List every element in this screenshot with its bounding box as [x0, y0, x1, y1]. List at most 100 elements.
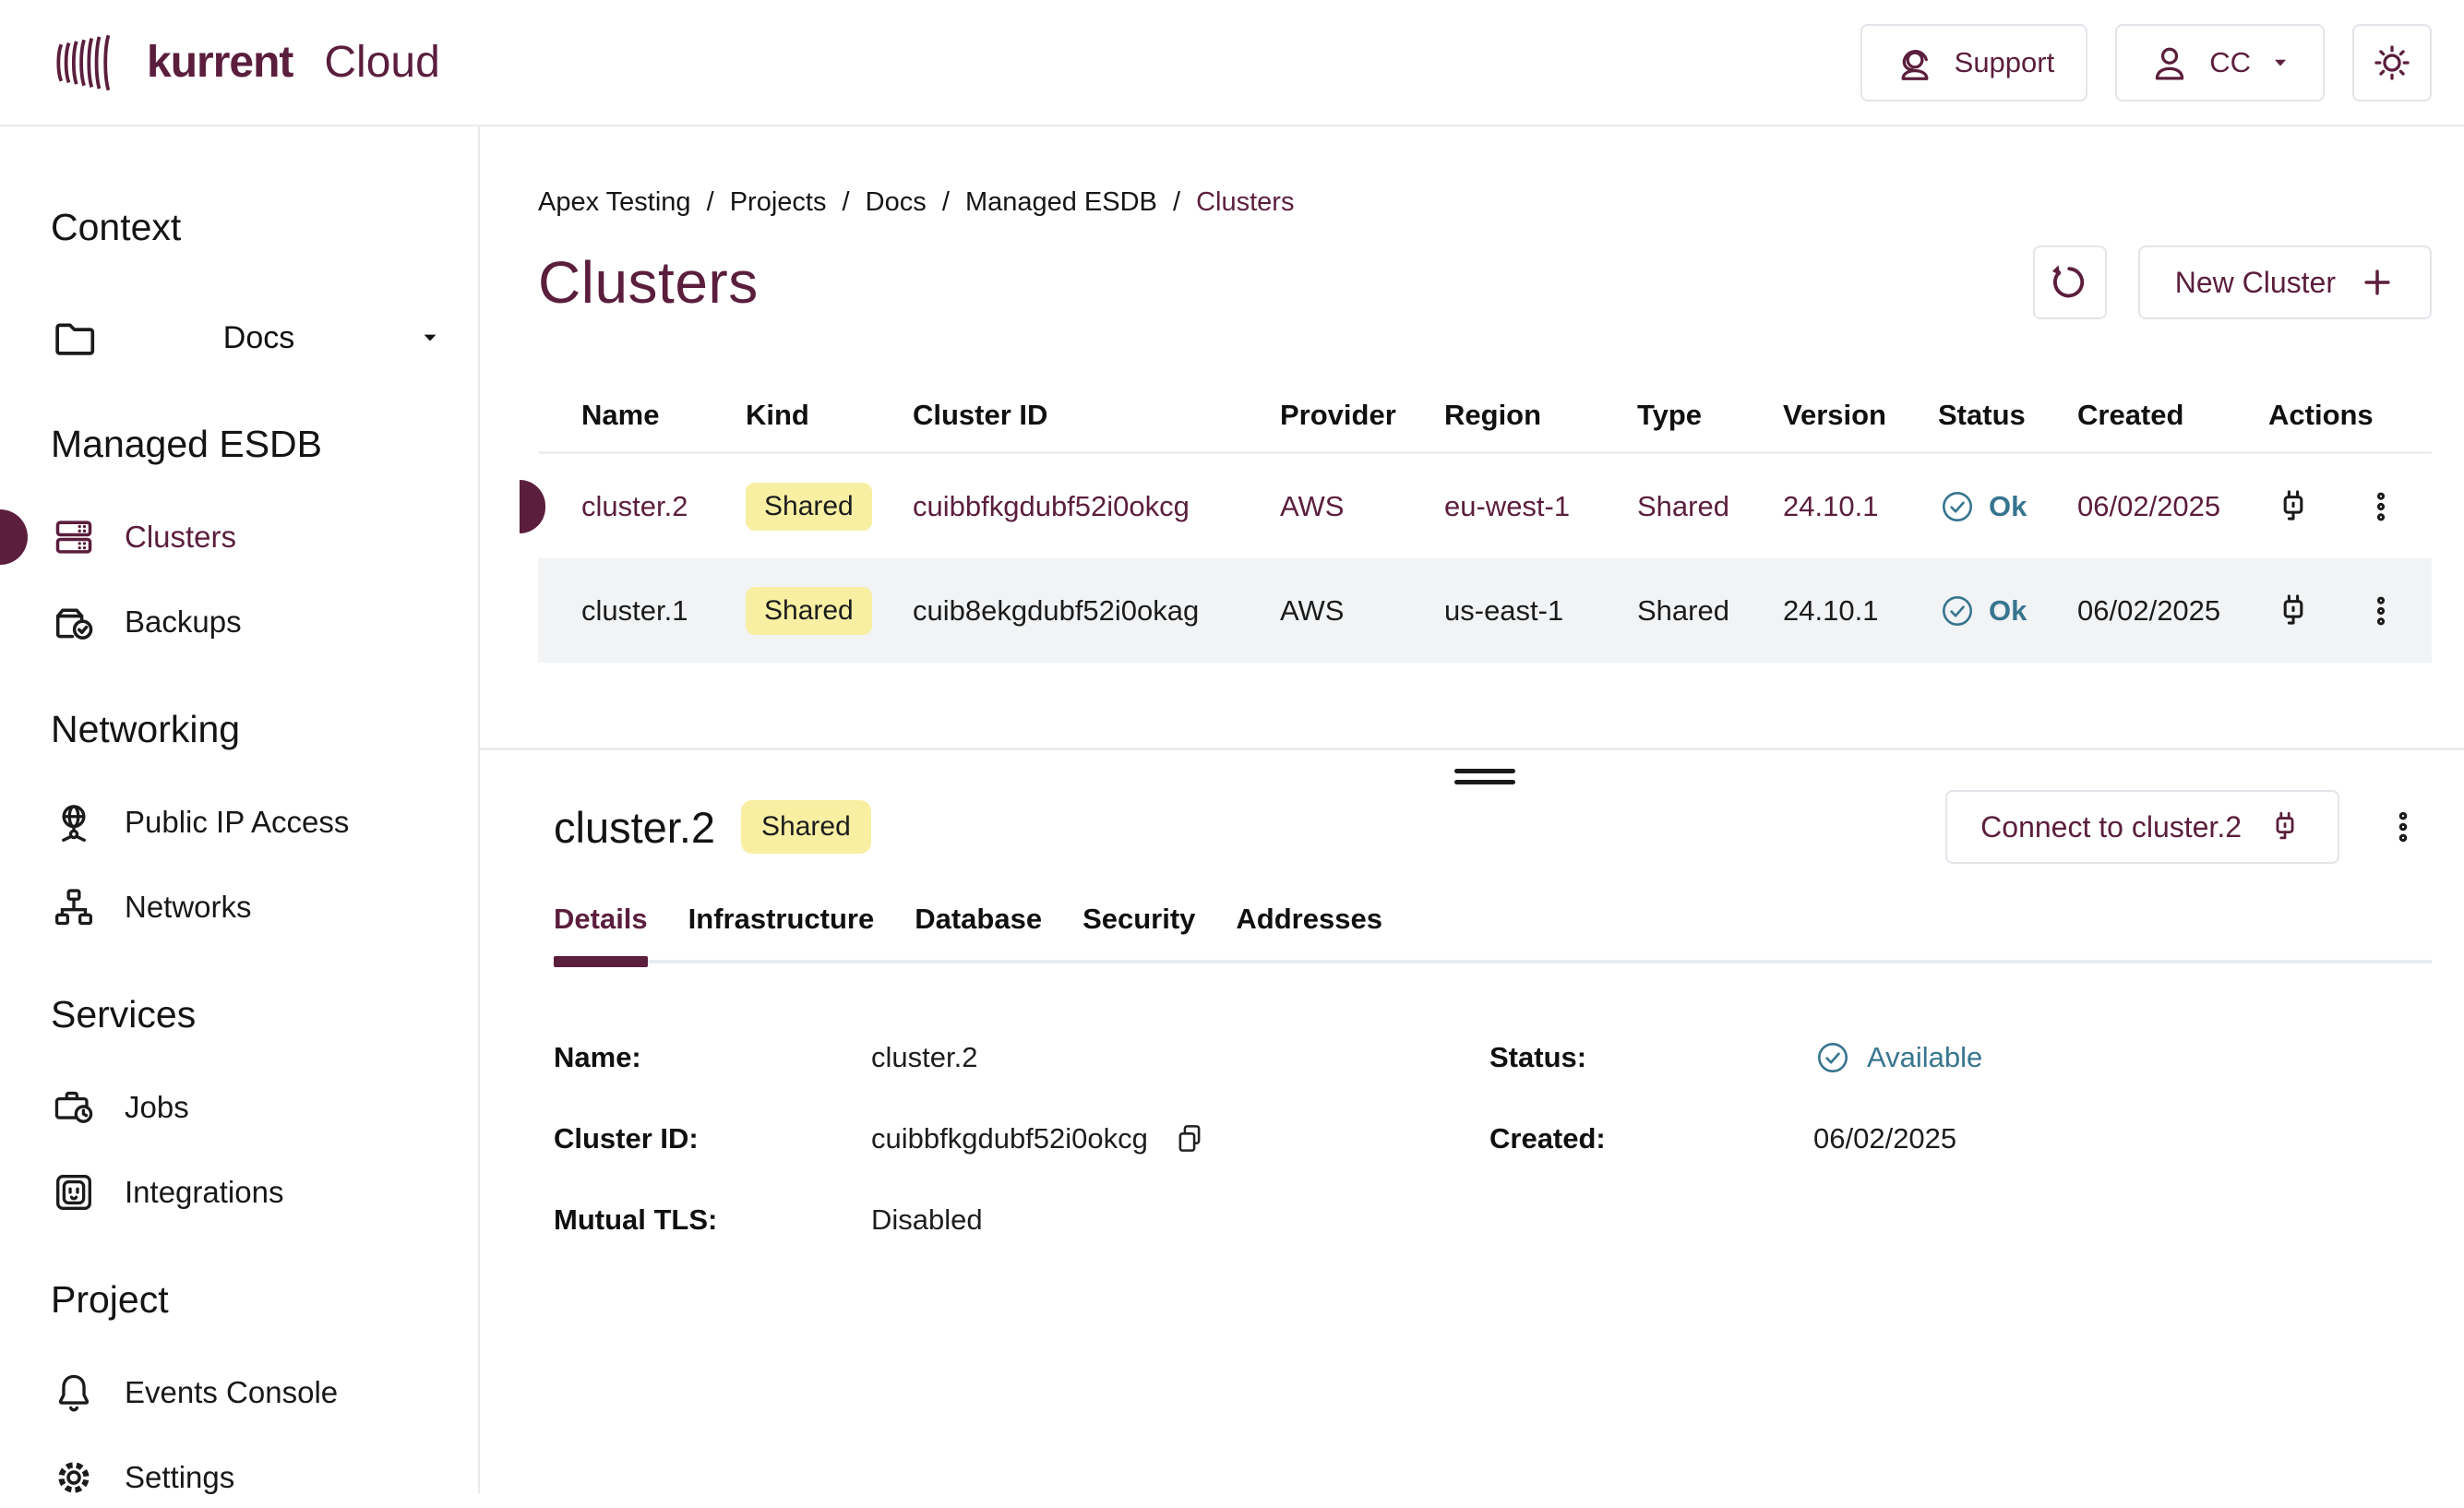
brand-name: kurrent: [147, 37, 293, 88]
nodes-icon: [51, 884, 97, 930]
table-row-cluster-2[interactable]: cluster.2 Shared cuibbfkgdubf52i0okcg AW…: [538, 454, 2432, 558]
headset-icon: [1894, 42, 1936, 84]
sidebar-heading-managed-esdb: Managed ESDB: [51, 423, 441, 466]
breadcrumb-item[interactable]: Docs: [866, 187, 927, 217]
status-value: Available: [1813, 1038, 2432, 1077]
cell-status: Ok: [1938, 592, 2077, 630]
name-label: Name:: [554, 1041, 871, 1074]
page-title: Clusters: [538, 248, 759, 317]
kebab-menu-icon[interactable]: [2362, 592, 2399, 629]
cell-name: cluster.2: [538, 490, 746, 523]
details-title: cluster.2: [554, 802, 715, 853]
name-value: cluster.2: [871, 1041, 1489, 1074]
copy-icon: [1172, 1121, 1207, 1156]
details-menu-button[interactable]: [2384, 808, 2422, 846]
mutual-tls-label: Mutual TLS:: [554, 1203, 871, 1237]
caret-down-icon: [419, 327, 441, 349]
sidebar: Context Docs Managed ESDB Clusters: [0, 126, 480, 1493]
person-icon: [2148, 42, 2191, 84]
breadcrumb-separator: /: [942, 187, 950, 217]
sidebar-item-clusters[interactable]: Clusters: [51, 507, 441, 568]
refresh-button[interactable]: [2033, 245, 2107, 319]
bell-icon: [51, 1370, 97, 1416]
sidebar-item-jobs[interactable]: Jobs: [51, 1077, 441, 1138]
cell-actions: [2268, 590, 2432, 632]
sidebar-item-label: Public IP Access: [125, 805, 349, 840]
cell-created: 06/02/2025: [2077, 490, 2268, 523]
cell-created: 06/02/2025: [2077, 594, 2268, 628]
sidebar-item-public-ip-access[interactable]: Public IP Access: [51, 792, 441, 853]
cell-version: 24.10.1: [1783, 594, 1938, 628]
sidebar-item-networks[interactable]: Networks: [51, 877, 441, 938]
rotate-ccw-icon: [2050, 262, 2090, 303]
breadcrumb-current: Clusters: [1196, 187, 1294, 217]
table-row-cluster-1[interactable]: cluster.1 Shared cuib8ekgdubf52i0okag AW…: [538, 558, 2432, 663]
kebab-menu-icon: [2384, 808, 2422, 846]
panel-divider: [480, 748, 2464, 750]
app-logo[interactable]: kurrent Cloud: [51, 32, 440, 93]
tab-security[interactable]: Security: [1082, 903, 1195, 960]
column-header-created: Created: [2077, 399, 2268, 432]
plug-icon: [2266, 808, 2304, 846]
tab-infrastructure[interactable]: Infrastructure: [688, 903, 875, 960]
context-selector[interactable]: Docs: [51, 308, 441, 367]
cell-cluster-id: cuibbfkgdubf52i0okcg: [913, 490, 1280, 523]
briefcase-clock-icon: [51, 1084, 97, 1131]
sidebar-item-settings[interactable]: Settings: [51, 1447, 441, 1508]
column-header-status: Status: [1938, 399, 2077, 432]
sun-icon: [2371, 42, 2413, 84]
product-name: Cloud: [324, 37, 439, 88]
sidebar-item-backups[interactable]: Backups: [51, 592, 441, 652]
kind-badge: Shared: [746, 587, 872, 635]
folder-icon: [51, 314, 99, 362]
column-header-actions: Actions: [2268, 399, 2432, 432]
tab-details[interactable]: Details: [554, 903, 648, 960]
sidebar-item-events-console[interactable]: Events Console: [51, 1362, 441, 1423]
new-cluster-button[interactable]: New Cluster: [2138, 245, 2432, 319]
sidebar-heading-services: Services: [51, 993, 441, 1036]
breadcrumb-item[interactable]: Managed ESDB: [965, 187, 1157, 217]
breadcrumb-item[interactable]: Projects: [730, 187, 827, 217]
breadcrumb-item[interactable]: Apex Testing: [538, 187, 691, 217]
gear-icon: [51, 1454, 97, 1501]
cell-cluster-id: cuib8ekgdubf52i0okag: [913, 594, 1280, 628]
breadcrumb-separator: /: [843, 187, 850, 217]
cell-name: cluster.1: [538, 594, 746, 628]
account-menu-button[interactable]: CC: [2115, 24, 2325, 102]
theme-toggle-button[interactable]: [2352, 24, 2432, 102]
plug-icon[interactable]: [2272, 590, 2314, 632]
details-fields: Name: cluster.2 Status: Available Cluste…: [554, 1017, 2432, 1261]
sidebar-item-label: Clusters: [125, 520, 236, 555]
cluster-details-panel: cluster.2 Shared Connect to cluster.2 De…: [538, 790, 2432, 1261]
plug-icon[interactable]: [2272, 485, 2314, 528]
column-header-name: Name: [538, 399, 746, 432]
cluster-id-label: Cluster ID:: [554, 1122, 871, 1155]
globe-stand-icon: [51, 799, 97, 845]
created-label: Created:: [1489, 1122, 1813, 1155]
connect-to-cluster-button[interactable]: Connect to cluster.2: [1945, 790, 2339, 864]
waveform-marks-icon: [51, 32, 126, 93]
cell-region: us-east-1: [1444, 594, 1637, 628]
sidebar-item-integrations[interactable]: Integrations: [51, 1162, 441, 1223]
tab-addresses[interactable]: Addresses: [1236, 903, 1382, 960]
caret-down-icon: [2269, 52, 2291, 74]
account-initials: CC: [2209, 46, 2251, 79]
sidebar-item-label: Events Console: [125, 1375, 338, 1410]
status-text: Ok: [1989, 490, 2027, 523]
support-label: Support: [1955, 46, 2055, 79]
panel-drag-handle[interactable]: [1454, 769, 1515, 784]
support-button[interactable]: Support: [1860, 24, 2088, 102]
column-header-region: Region: [1444, 399, 1637, 432]
tab-database[interactable]: Database: [915, 903, 1042, 960]
cell-provider: AWS: [1280, 490, 1444, 523]
details-tabs: Details Infrastructure Database Security…: [554, 903, 2432, 963]
sidebar-item-label: Jobs: [125, 1090, 189, 1125]
status-text: Available: [1867, 1041, 1982, 1074]
sidebar-item-label: Networks: [125, 890, 252, 925]
cell-provider: AWS: [1280, 594, 1444, 628]
sidebar-item-label: Integrations: [125, 1175, 283, 1210]
cell-actions: [2268, 485, 2432, 528]
copy-cluster-id-button[interactable]: [1172, 1121, 1207, 1156]
table-header-row: Name Kind Cluster ID Provider Region Typ…: [538, 378, 2432, 454]
kebab-menu-icon[interactable]: [2362, 488, 2399, 525]
